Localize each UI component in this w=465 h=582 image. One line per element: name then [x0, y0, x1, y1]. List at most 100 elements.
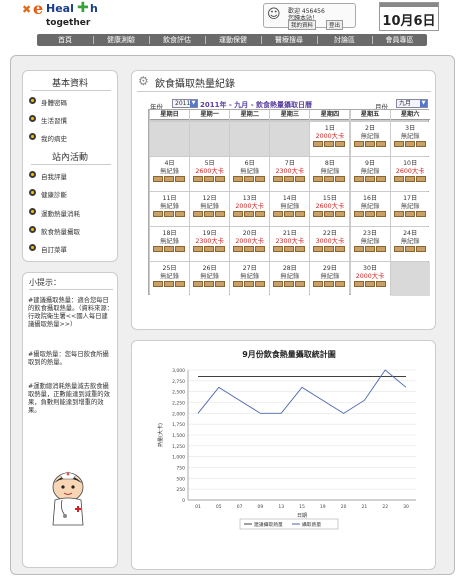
calendar-day-cell[interactable]: 1日 2000大卡	[310, 122, 350, 156]
month-select[interactable]: 九月 ▼	[396, 99, 428, 108]
edit-entry-button[interactable]	[324, 246, 335, 252]
edit-entry-button[interactable]	[404, 141, 415, 147]
calendar-day-cell[interactable]: 4日 無紀錄	[150, 157, 190, 191]
view-entry-button[interactable]	[215, 176, 226, 182]
add-entry-button[interactable]	[313, 141, 324, 147]
view-entry-button[interactable]	[375, 211, 386, 217]
calendar-day-cell[interactable]: 21日 2300大卡	[270, 227, 310, 261]
edit-entry-button[interactable]	[364, 141, 375, 147]
edit-entry-button[interactable]	[164, 246, 174, 252]
calendar-day-cell[interactable]: 20日 2000大卡	[230, 227, 270, 261]
add-entry-button[interactable]	[273, 176, 284, 182]
add-entry-button[interactable]	[353, 176, 364, 182]
edit-entry-button[interactable]	[164, 176, 174, 182]
calendar-day-cell[interactable]: 11日 無紀錄	[150, 192, 190, 226]
edit-entry-button[interactable]	[324, 211, 335, 217]
sidebar-item-exercise-burn[interactable]: 運動熱量消耗	[29, 208, 80, 218]
view-entry-button[interactable]	[415, 176, 426, 182]
view-entry-button[interactable]	[255, 246, 266, 252]
calendar-day-cell[interactable]: 16日 無紀錄	[350, 192, 390, 226]
view-entry-button[interactable]	[415, 211, 426, 217]
site-logo[interactable]: ✖ e Heal ✚ h together	[22, 0, 132, 32]
nav-exercise[interactable]: 運動保健	[205, 34, 261, 46]
add-entry-button[interactable]	[313, 281, 324, 287]
calendar-day-cell[interactable]: 24日 無紀錄	[390, 227, 430, 261]
view-entry-button[interactable]	[335, 281, 346, 287]
nav-member[interactable]: 會員專區	[372, 34, 427, 46]
nav-medical-search[interactable]: 醫療搜尋	[261, 34, 317, 46]
add-entry-button[interactable]	[273, 281, 284, 287]
view-entry-button[interactable]	[175, 246, 185, 252]
edit-entry-button[interactable]	[284, 281, 295, 287]
edit-entry-button[interactable]	[284, 176, 295, 182]
nav-forum[interactable]: 討論區	[317, 34, 372, 46]
calendar-day-cell[interactable]: 2日 無紀錄	[350, 122, 390, 156]
add-entry-button[interactable]	[393, 211, 404, 217]
edit-entry-button[interactable]	[324, 176, 335, 182]
add-entry-button[interactable]	[193, 176, 204, 182]
calendar-day-cell[interactable]: 25日 無紀錄	[150, 262, 190, 296]
calendar-day-cell[interactable]: 6日 無紀錄	[230, 157, 270, 191]
edit-entry-button[interactable]	[164, 211, 174, 217]
view-entry-button[interactable]	[335, 211, 346, 217]
edit-entry-button[interactable]	[284, 211, 295, 217]
calendar-day-cell[interactable]: 15日 2600大卡	[310, 192, 350, 226]
view-entry-button[interactable]	[335, 246, 346, 252]
view-entry-button[interactable]	[295, 281, 306, 287]
add-entry-button[interactable]	[233, 246, 244, 252]
add-entry-button[interactable]	[153, 211, 163, 217]
view-entry-button[interactable]	[175, 281, 185, 287]
add-entry-button[interactable]	[313, 211, 324, 217]
edit-entry-button[interactable]	[164, 281, 174, 287]
add-entry-button[interactable]	[353, 246, 364, 252]
edit-entry-button[interactable]	[324, 281, 335, 287]
add-entry-button[interactable]	[353, 141, 364, 147]
add-entry-button[interactable]	[313, 176, 324, 182]
view-entry-button[interactable]	[415, 141, 426, 147]
view-entry-button[interactable]	[295, 176, 306, 182]
add-entry-button[interactable]	[313, 246, 324, 252]
edit-entry-button[interactable]	[404, 176, 415, 182]
calendar-day-cell[interactable]: 18日 無紀錄	[150, 227, 190, 261]
calendar-day-cell[interactable]: 29日 無紀錄	[310, 262, 350, 296]
calendar-day-cell[interactable]: 7日 2300大卡	[270, 157, 310, 191]
view-entry-button[interactable]	[335, 141, 346, 147]
edit-entry-button[interactable]	[364, 211, 375, 217]
add-entry-button[interactable]	[233, 176, 244, 182]
add-entry-button[interactable]	[153, 246, 163, 252]
edit-entry-button[interactable]	[204, 211, 215, 217]
sidebar-item-custom-menu[interactable]: 自訂菜單	[29, 244, 67, 254]
view-entry-button[interactable]	[375, 176, 386, 182]
calendar-day-cell[interactable]: 3日 無紀錄	[390, 122, 430, 156]
nav-diet-eval[interactable]: 飲食評估	[149, 34, 205, 46]
view-entry-button[interactable]	[175, 176, 185, 182]
calendar-day-cell[interactable]: 19日 2300大卡	[190, 227, 230, 261]
add-entry-button[interactable]	[233, 281, 244, 287]
view-entry-button[interactable]	[375, 281, 386, 287]
sidebar-item-diet-intake[interactable]: 飲食熱量攝取	[29, 226, 80, 236]
view-entry-button[interactable]	[295, 211, 306, 217]
edit-entry-button[interactable]	[244, 176, 255, 182]
calendar-day-cell[interactable]: 13日 2000大卡	[230, 192, 270, 226]
sidebar-item-history[interactable]: 我的病史	[29, 133, 67, 143]
add-entry-button[interactable]	[233, 211, 244, 217]
calendar-day-cell[interactable]: 5日 2600大卡	[190, 157, 230, 191]
add-entry-button[interactable]	[353, 281, 364, 287]
add-entry-button[interactable]	[153, 281, 163, 287]
edit-entry-button[interactable]	[244, 246, 255, 252]
view-entry-button[interactable]	[375, 141, 386, 147]
add-entry-button[interactable]	[393, 176, 404, 182]
add-entry-button[interactable]	[153, 176, 163, 182]
calendar-day-cell[interactable]: 27日 無紀錄	[230, 262, 270, 296]
view-entry-button[interactable]	[415, 246, 426, 252]
calendar-day-cell[interactable]: 23日 無紀錄	[350, 227, 390, 261]
add-entry-button[interactable]	[273, 211, 284, 217]
logout-button[interactable]: 登出	[326, 20, 344, 30]
edit-entry-button[interactable]	[284, 246, 295, 252]
view-entry-button[interactable]	[215, 246, 226, 252]
add-entry-button[interactable]	[273, 246, 284, 252]
calendar-day-cell[interactable]: 14日 無紀錄	[270, 192, 310, 226]
add-entry-button[interactable]	[393, 141, 404, 147]
edit-entry-button[interactable]	[244, 211, 255, 217]
sidebar-item-body-code[interactable]: 身體密碼	[29, 97, 67, 107]
